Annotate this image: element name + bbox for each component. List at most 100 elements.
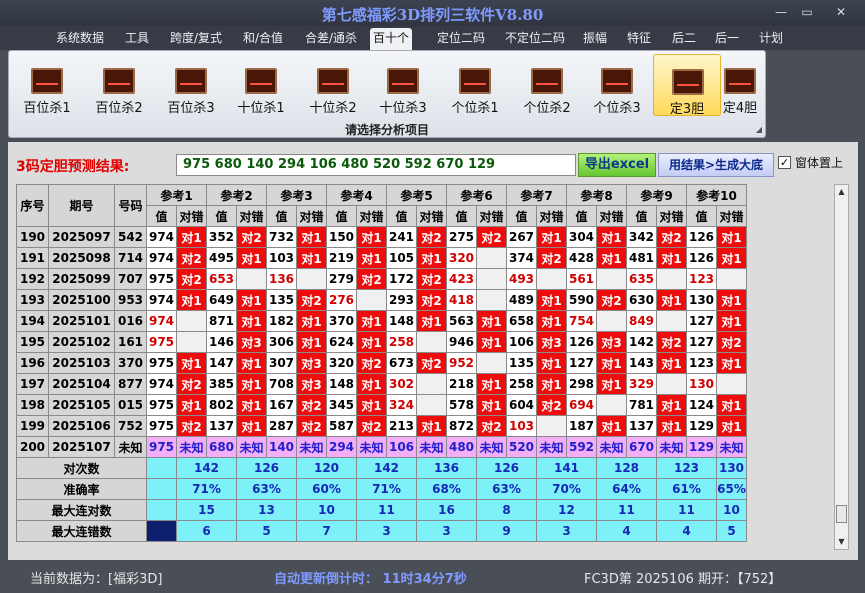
menu-item-5[interactable]: 合差/通杀 bbox=[300, 28, 362, 50]
table-row[interactable]: 192 2025099 707 975 对2 653 136 279 对2 172 对2 423 493… bbox=[16, 268, 747, 290]
miss-mark-cell bbox=[356, 289, 387, 311]
ribbon-expand-icon[interactable]: ◢ bbox=[756, 125, 762, 134]
menu-item-8[interactable]: 不定位二码 bbox=[500, 28, 570, 50]
menu-item-9[interactable]: 振幅 bbox=[578, 28, 612, 50]
ref-value-cell: 143 bbox=[626, 352, 657, 374]
ref-value-cell: 150 bbox=[326, 226, 357, 248]
export-excel-button[interactable]: 导出excel bbox=[578, 153, 656, 177]
miss-mark-cell bbox=[536, 415, 567, 437]
maximize-icon[interactable]: ▭ bbox=[796, 3, 818, 21]
status-countdown: 自动更新倒计时： 11时34分7秒 bbox=[274, 572, 467, 587]
stats-value-cell: 5 bbox=[236, 520, 297, 542]
stats-value-cell: 4 bbox=[596, 520, 657, 542]
menu-item-12[interactable]: 后一 bbox=[710, 28, 744, 50]
ref-value-cell: 302 bbox=[386, 373, 417, 395]
row-code: 752 bbox=[114, 415, 147, 437]
table-row[interactable]: 199 2025106 752 975 对2 137 对1 287 对2 587 对2 213 对1 87… bbox=[16, 415, 747, 437]
ribbon-button-9[interactable]: 个位杀3 bbox=[583, 54, 651, 116]
ref-value-cell: 167 bbox=[266, 394, 297, 416]
hit-mark-cell: 对1 bbox=[176, 289, 207, 311]
table-row[interactable]: 197 2025104 877 974 对2 385 对1 708 对3 148 对1 302 218 对… bbox=[16, 373, 747, 395]
ribbon-button-3[interactable]: 百位杀3 bbox=[157, 54, 225, 116]
hit-mark-cell: 对2 bbox=[476, 226, 507, 248]
miss-mark-cell bbox=[176, 310, 207, 332]
hit-mark-cell: 对1 bbox=[536, 373, 567, 395]
stats-row: 最大连错数 6 5 7 3 3 9 3 4 4 5 bbox=[16, 520, 747, 542]
ribbon-button-11[interactable]: 定4胆 bbox=[715, 54, 765, 116]
chart-icon bbox=[601, 68, 633, 94]
ribbon-button-label: 个位杀2 bbox=[523, 101, 571, 116]
menu-item-11[interactable]: 后二 bbox=[667, 28, 701, 50]
hit-mark-cell: 对1 bbox=[356, 331, 387, 353]
row-code: 542 bbox=[114, 226, 147, 248]
miss-mark-cell bbox=[416, 394, 447, 416]
ref-value-cell: 385 bbox=[206, 373, 237, 395]
generate-base-button[interactable]: 用结果>生成大底 bbox=[658, 153, 774, 177]
ref-value-cell: 975 bbox=[146, 394, 177, 416]
hit-mark-cell: 对2 bbox=[176, 373, 207, 395]
ribbon-button-2[interactable]: 百位杀2 bbox=[85, 54, 153, 116]
ribbon-button-10[interactable]: 定3胆 bbox=[653, 54, 721, 117]
vertical-scrollbar[interactable]: ▲ ▼ bbox=[834, 184, 849, 550]
prediction-row[interactable]: 200 2025107 未知 975 未知 680 未知 140 未知 294 未知 106 未知 480… bbox=[16, 436, 747, 458]
stats-label: 准确率 bbox=[16, 478, 147, 500]
header-value: 值 bbox=[566, 205, 597, 227]
prediction-value-cell: 670 bbox=[626, 436, 657, 458]
header-mark: 对错 bbox=[656, 205, 687, 227]
prediction-value-cell: 592 bbox=[566, 436, 597, 458]
table-row[interactable]: 190 2025097 542 974 对1 352 对2 732 对1 150 对1 241 对2 27… bbox=[16, 226, 747, 248]
row-issue: 2025098 bbox=[48, 247, 115, 269]
ribbon-button-7[interactable]: 个位杀1 bbox=[441, 54, 509, 116]
scroll-thumb[interactable] bbox=[836, 505, 847, 523]
row-seq: 196 bbox=[16, 352, 49, 374]
prediction-mark-cell: 未知 bbox=[476, 436, 507, 458]
hit-mark-cell: 对3 bbox=[296, 352, 327, 374]
header-ref-5: 参考5 bbox=[386, 184, 447, 206]
chart-icon bbox=[317, 68, 349, 94]
hit-mark-cell: 对1 bbox=[296, 226, 327, 248]
close-icon[interactable]: ✕ bbox=[830, 3, 852, 21]
hit-mark-cell: 对3 bbox=[596, 331, 627, 353]
hit-mark-cell: 对2 bbox=[416, 226, 447, 248]
ribbon-button-4[interactable]: 十位杀1 bbox=[227, 54, 295, 116]
table-row[interactable]: 193 2025100 953 974 对1 649 对1 135 对2 276 293 对2 418 4… bbox=[16, 289, 747, 311]
menu-item-4[interactable]: 和/合值 bbox=[239, 28, 287, 50]
chart-icon bbox=[31, 68, 63, 94]
minimize-icon[interactable]: — bbox=[770, 3, 792, 21]
hit-mark-cell: 对2 bbox=[356, 268, 387, 290]
prediction-value-cell: 975 bbox=[146, 436, 177, 458]
result-output-field[interactable]: 975 680 140 294 106 480 520 592 670 129 bbox=[176, 154, 576, 176]
ribbon-button-5[interactable]: 十位杀2 bbox=[299, 54, 367, 116]
menu-item-7[interactable]: 定位二码 bbox=[430, 28, 492, 50]
menu-item-1[interactable]: 系统数据 bbox=[52, 28, 108, 50]
table-row[interactable]: 196 2025103 370 975 对1 147 对1 307 对3 320 对2 673 对2 95… bbox=[16, 352, 747, 374]
menu-item-10[interactable]: 特征 bbox=[622, 28, 656, 50]
ref-value-cell: 324 bbox=[386, 394, 417, 416]
status-issue-info: FC3D第 2025106 期开：【752】 bbox=[584, 572, 782, 587]
scroll-down-icon[interactable]: ▼ bbox=[835, 535, 848, 549]
menu-item-13[interactable]: 计划 bbox=[754, 28, 788, 50]
status-bar: 当前数据为：[福彩3D] 自动更新倒计时： 11时34分7秒 FC3D第 202… bbox=[0, 562, 865, 593]
scroll-up-icon[interactable]: ▲ bbox=[835, 185, 848, 199]
ribbon-button-8[interactable]: 个位杀2 bbox=[513, 54, 581, 116]
stats-value-cell: 10 bbox=[296, 499, 357, 521]
pin-window-checkbox[interactable]: ✓ bbox=[778, 156, 791, 169]
ribbon-button-1[interactable]: 百位杀1 bbox=[13, 54, 81, 116]
table-row[interactable]: 198 2025105 015 975 对1 802 对1 167 对2 345 对1 324 578 对… bbox=[16, 394, 747, 416]
ref-value-cell: 267 bbox=[506, 226, 537, 248]
ribbon-button-6[interactable]: 十位杀3 bbox=[369, 54, 437, 116]
menu-item-2[interactable]: 工具 bbox=[120, 28, 154, 50]
chart-icon bbox=[724, 68, 756, 94]
ref-value-cell: 187 bbox=[566, 415, 597, 437]
table-row[interactable]: 191 2025098 714 974 对2 495 对1 103 对1 219 对1 105 对1 32… bbox=[16, 247, 747, 269]
menu-item-3[interactable]: 跨度/复式 bbox=[165, 28, 227, 50]
menu-item-6[interactable]: 百十个 bbox=[370, 28, 412, 50]
hit-mark-cell: 对2 bbox=[296, 394, 327, 416]
ref-value-cell: 127 bbox=[686, 331, 717, 353]
hit-mark-cell: 对1 bbox=[296, 331, 327, 353]
prediction-mark-cell: 未知 bbox=[716, 436, 747, 458]
table-row[interactable]: 194 2025101 016 974 871 对1 182 对1 370 对1 148 对1 563 对… bbox=[16, 310, 747, 332]
ref-value-cell: 561 bbox=[566, 268, 597, 290]
chart-icon bbox=[245, 68, 277, 94]
table-row[interactable]: 195 2025102 161 975 146 对3 306 对1 624 对1 258 946 对1 1… bbox=[16, 331, 747, 353]
